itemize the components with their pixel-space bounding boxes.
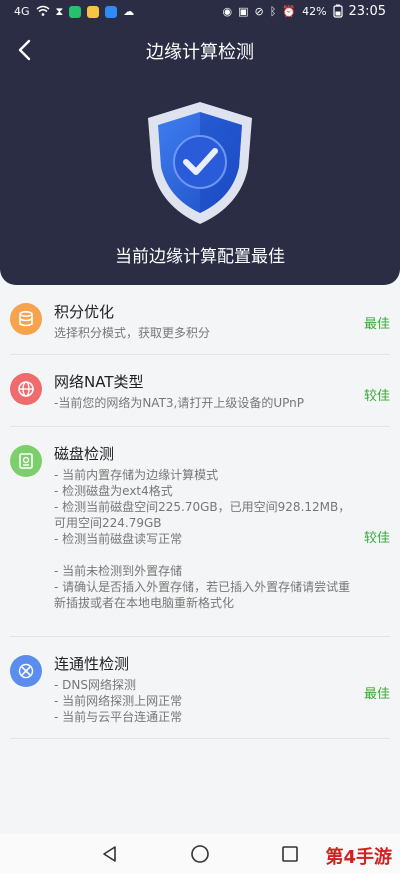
clock-time: 23:05 <box>348 4 386 19</box>
list-item-connectivity[interactable]: 连通性检测 - DNS网络探测 - 当前网络探测上网正常 - 当前与云平台连通正… <box>10 637 390 739</box>
email-icon <box>87 6 100 18</box>
link-icon <box>10 655 42 687</box>
item-desc: - 当前内置存储为边缘计算模式 - 检测磁盘为ext4格式 - 检测当前磁盘空间… <box>54 468 351 610</box>
shield-check-icon <box>148 102 252 224</box>
nav-recents-icon <box>282 846 298 862</box>
item-desc: - DNS网络探测 - 当前网络探测上网正常 - 当前与云平台连通正常 <box>54 678 183 724</box>
status-label: 较佳 <box>363 389 390 404</box>
list-item-nat[interactable]: 网络NAT类型 -当前您的网络为NAT3,请打开上级设备的UPnP 较佳 <box>10 355 390 427</box>
item-title: 网络NAT类型 <box>54 373 144 391</box>
nav-recents-button[interactable] <box>278 842 302 866</box>
globe-icon <box>10 373 42 405</box>
status-left: 4G ⧗ ☁ <box>14 5 134 20</box>
wechat-icon <box>69 6 82 18</box>
check-list: 积分优化 选择积分模式，获取更多积分 最佳 网络NAT类型 -当前您的网络为NA… <box>0 285 400 739</box>
alarm-icon: ⏰ <box>282 5 297 18</box>
item-title: 积分优化 <box>54 303 115 321</box>
status-bar: 4G ⧗ ☁ ◉ ▣ ⊘ ᛒ ⏰ 42% 23:05 <box>0 0 400 24</box>
nav-home-icon <box>191 845 209 863</box>
status-label: 最佳 <box>363 317 390 332</box>
item-desc: -当前您的网络为NAT3,请打开上级设备的UPnP <box>54 396 305 410</box>
status-label: 较佳 <box>363 531 390 546</box>
result-text: 当前边缘计算配置最佳 <box>115 247 285 267</box>
list-item-points[interactable]: 积分优化 选择积分模式，获取更多积分 最佳 <box>10 285 390 355</box>
list-item-disk[interactable]: 磁盘检测 - 当前内置存储为边缘计算模式 - 检测磁盘为ext4格式 - 检测当… <box>10 427 390 637</box>
item-title: 磁盘检测 <box>54 445 115 463</box>
signal-text: 4G <box>14 5 30 18</box>
qq-icon <box>105 6 118 18</box>
status-right: ◉ ▣ ⊘ ᛒ ⏰ 42% 23:05 <box>223 4 386 21</box>
nav-back-button[interactable] <box>98 842 122 866</box>
hourglass-icon: ⧗ <box>55 5 64 18</box>
eye-icon: ◉ <box>222 5 233 18</box>
wifi-icon <box>36 5 50 20</box>
bluetooth-icon: ᛒ <box>269 5 277 18</box>
database-icon <box>10 303 42 335</box>
battery-text: 42% <box>302 5 327 18</box>
nav-back-icon <box>103 846 116 862</box>
item-title: 连通性检测 <box>54 655 130 673</box>
status-label: 最佳 <box>363 687 390 702</box>
page-title: 边缘计算检测 <box>146 42 254 63</box>
battery-icon <box>332 4 343 21</box>
header: 边缘计算检测 当前边缘计算配置最佳 <box>0 24 400 285</box>
watermark-logo: 第4手游 <box>325 847 392 868</box>
nfc-icon: ▣ <box>238 5 249 18</box>
mute-icon: ⊘ <box>254 5 264 18</box>
nav-home-button[interactable] <box>188 842 212 866</box>
item-desc: 选择积分模式，获取更多积分 <box>54 326 211 340</box>
cloud-icon: ☁ <box>123 5 135 18</box>
disk-icon <box>10 445 42 477</box>
